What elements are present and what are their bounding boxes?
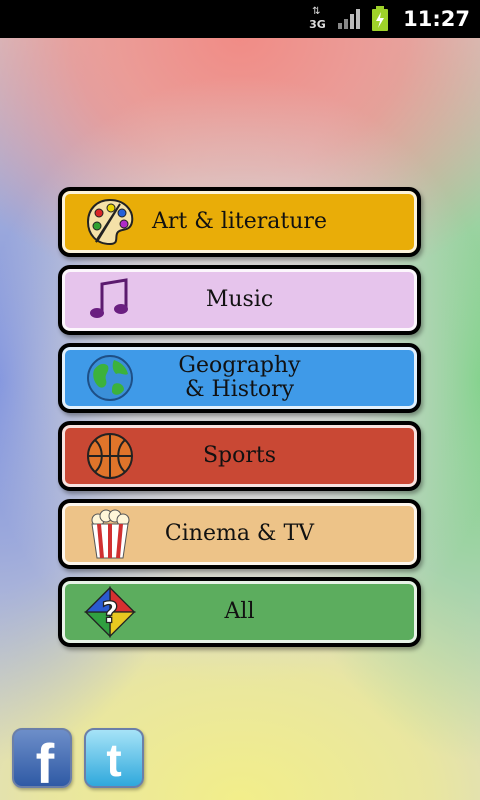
basketball-icon bbox=[84, 430, 136, 482]
sports-label: Sports bbox=[202, 443, 277, 468]
cinema-tv-button[interactable]: Cinema & TV bbox=[58, 499, 421, 569]
facebook-button[interactable]: f bbox=[12, 728, 72, 794]
facebook-icon: f bbox=[35, 732, 55, 795]
geography-history-button[interactable]: Geography & History bbox=[58, 343, 421, 413]
geography-history-label: Geography & History bbox=[178, 353, 301, 402]
twitter-button[interactable]: t bbox=[84, 728, 144, 788]
battery-charging-icon bbox=[371, 6, 389, 32]
music-label: Music bbox=[205, 287, 274, 312]
cinema-tv-label: Cinema & TV bbox=[164, 521, 315, 546]
status-clock: 11:27 bbox=[403, 7, 470, 31]
paint-palette-icon bbox=[84, 196, 136, 248]
network-type: 3G bbox=[309, 18, 326, 31]
all-button[interactable]: ? All bbox=[58, 577, 421, 647]
sports-button[interactable]: Sports bbox=[58, 421, 421, 491]
data-arrows-icon: ⇅ 3G bbox=[309, 6, 326, 32]
signal-bars-icon bbox=[337, 8, 361, 30]
question-diamond-icon: ? bbox=[84, 586, 136, 638]
status-bar: ⇅ 3G 11:27 bbox=[0, 0, 480, 38]
category-menu: Art & literature Music Geography & Histo… bbox=[58, 187, 421, 655]
twitter-icon: t bbox=[106, 734, 122, 786]
music-button[interactable]: Music bbox=[58, 265, 421, 335]
art-literature-label: Art & literature bbox=[152, 209, 327, 234]
all-label: All bbox=[224, 599, 255, 624]
art-literature-button[interactable]: Art & literature bbox=[58, 187, 421, 257]
music-note-icon bbox=[84, 274, 136, 326]
social-buttons: f t bbox=[12, 728, 144, 794]
svg-text:?: ? bbox=[101, 595, 118, 629]
popcorn-icon bbox=[84, 508, 136, 560]
globe-icon bbox=[84, 352, 136, 404]
